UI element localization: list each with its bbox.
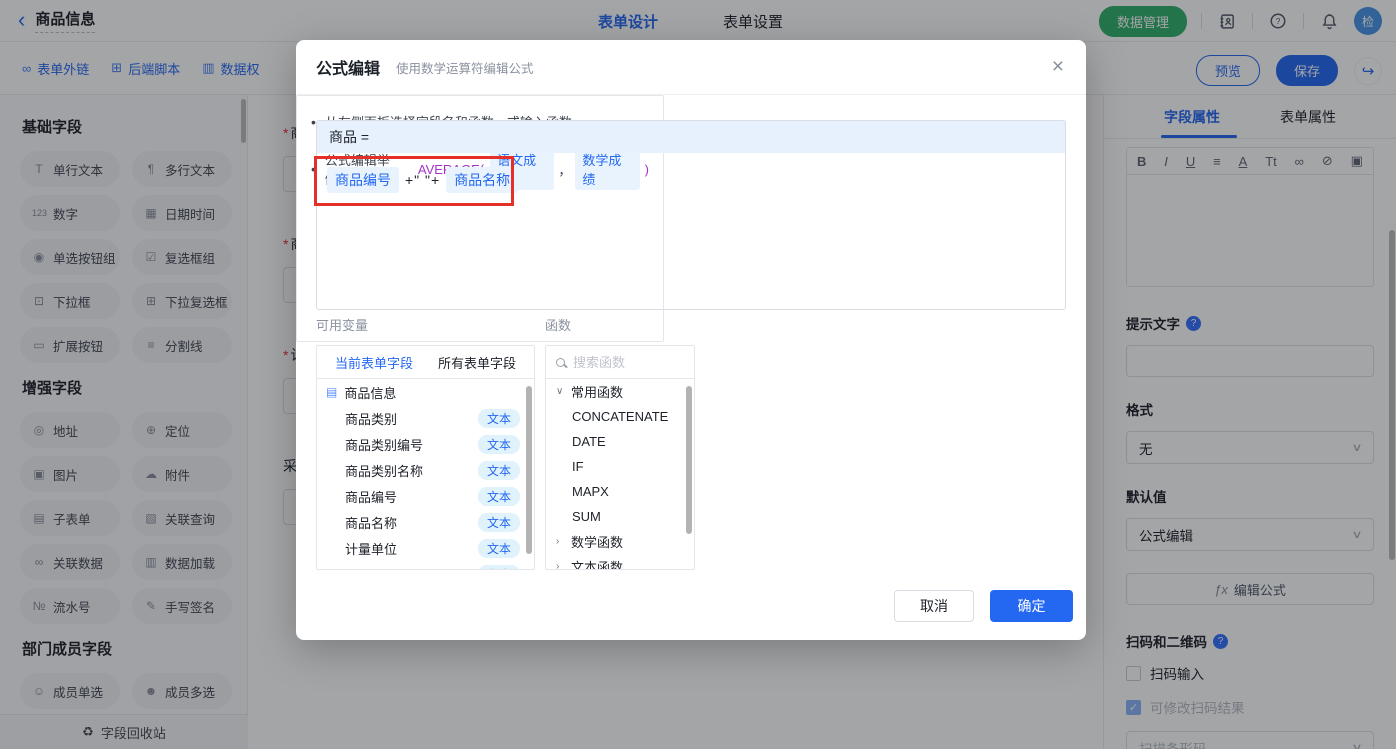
variable-row[interactable]: 商品名称 文本 [317, 509, 534, 535]
modal-title: 公式编辑 [316, 61, 381, 78]
variable-row[interactable]: 商品类别编号 文本 [317, 431, 534, 457]
function-search[interactable] [546, 346, 694, 379]
function-group-text[interactable]: › 文本函数 [546, 554, 694, 570]
formula-target-label: 商品 = [329, 129, 370, 145]
variables-scrollbar[interactable] [526, 386, 532, 554]
type-badge: 文本 [477, 434, 520, 454]
variable-name: 商品类别 [345, 411, 398, 427]
chevron-right-icon: › [556, 536, 560, 547]
variable-row[interactable]: 文本 [317, 561, 534, 569]
functions-panel: ∨ 常用函数 CONCATENATE DATE IF MAPX SUM › 数学… [545, 345, 695, 570]
tab-all-form-fields[interactable]: 所有表单字段 [438, 353, 516, 372]
chevron-down-icon: ∨ [556, 386, 564, 397]
type-badge: 文本 [477, 538, 520, 558]
variables-tree-root[interactable]: ▤ 商品信息 [317, 379, 534, 405]
tab-current-form-fields[interactable]: 当前表单字段 [335, 353, 413, 372]
functions-label: 函数 [545, 318, 572, 333]
formula-operator: +" "+ [405, 172, 441, 188]
close-icon[interactable]: × [1052, 56, 1064, 77]
function-item-if[interactable]: IF [546, 454, 694, 479]
variable-name: 商品类别编号 [345, 437, 424, 453]
function-item-concatenate[interactable]: CONCATENATE [546, 404, 694, 429]
formula-editor-area[interactable]: 商品 = 商品编号 +" "+ 商品名称 [316, 120, 1066, 310]
form-doc-icon: ▤ [326, 385, 338, 399]
variables-tabs: 当前表单字段 所有表单字段 [317, 346, 534, 379]
tree-root-label: 商品信息 [344, 385, 397, 401]
field-chip-product-name[interactable]: 商品名称 [446, 167, 519, 193]
formula-target-strip: 商品 = [317, 121, 1065, 153]
type-badge: 文本 [477, 460, 520, 480]
variable-row[interactable]: 商品类别 文本 [317, 405, 534, 431]
field-chip-product-code[interactable]: 商品编号 [327, 167, 399, 193]
variables-label: 可用变量 [316, 318, 369, 333]
variable-name: 商品类别名称 [345, 463, 424, 479]
variable-name: 商品名称 [345, 515, 398, 531]
functions-scrollbar[interactable] [686, 386, 692, 534]
function-item-mapx[interactable]: MAPX [546, 479, 694, 504]
modal-subtitle: 使用数学运算符编辑公式 [396, 61, 534, 76]
type-badge: 文本 [477, 486, 520, 506]
function-item-date[interactable]: DATE [546, 429, 694, 454]
chevron-right-icon: › [556, 561, 560, 570]
type-badge: 文本 [477, 408, 520, 428]
group-label: 文本函数 [571, 560, 624, 570]
formula-editor-modal: 公式编辑 使用数学运算符编辑公式 × 商品 = 商品编号 +" "+ 商品名称 … [296, 40, 1086, 640]
formula-expression[interactable]: 商品编号 +" "+ 商品名称 [317, 153, 1065, 207]
search-icon [556, 357, 565, 367]
type-badge: 文本 [477, 512, 520, 532]
variable-name: 计量单位 [345, 541, 398, 557]
variable-name: 商品编号 [345, 489, 398, 505]
confirm-button[interactable]: 确定 [990, 590, 1073, 622]
modal-footer: 取消 确定 [296, 590, 1086, 622]
group-label: 常用函数 [571, 385, 624, 400]
group-label: 数学函数 [571, 535, 624, 550]
type-badge: 文本 [477, 564, 520, 569]
variable-row[interactable]: 商品编号 文本 [317, 483, 534, 509]
function-group-math[interactable]: › 数学函数 [546, 529, 694, 554]
function-group-common[interactable]: ∨ 常用函数 [546, 379, 694, 404]
variables-panel: 当前表单字段 所有表单字段 ▤ 商品信息 商品类别 文本 商品类别编号 文本 商品类… [316, 345, 535, 570]
modal-header: 公式编辑 使用数学运算符编辑公式 × [296, 40, 1086, 95]
cancel-button[interactable]: 取消 [894, 590, 974, 622]
variable-row[interactable]: 计量单位 文本 [317, 535, 534, 561]
function-item-sum[interactable]: SUM [546, 504, 694, 529]
function-search-input[interactable] [573, 354, 673, 370]
variable-row[interactable]: 商品类别名称 文本 [317, 457, 534, 483]
